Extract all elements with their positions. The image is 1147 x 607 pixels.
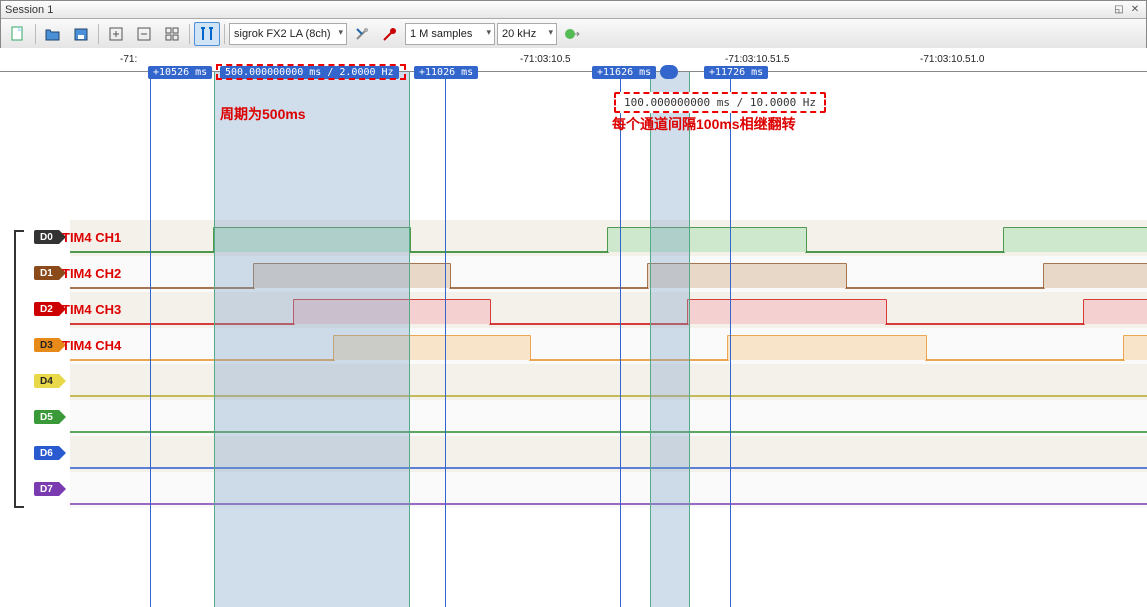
open-file-icon[interactable] <box>40 22 66 46</box>
delta-highlight-1 <box>216 64 406 80</box>
zoom-fit-icon[interactable] <box>159 22 185 46</box>
cursor-line[interactable] <box>730 72 731 607</box>
marker-dot-icon[interactable] <box>660 65 678 79</box>
channel-overlay-name: TIM4 CH4 <box>62 338 121 353</box>
toolbar: sigrok FX2 LA (8ch) 1 M samples 20 kHz <box>1 19 1146 49</box>
selection-band-1[interactable] <box>214 72 410 607</box>
title-bar: Session 1 ◱ ✕ <box>1 1 1146 19</box>
cursor-tag[interactable]: +11026 ms <box>414 66 478 79</box>
cursor-tag[interactable]: +11726 ms <box>704 66 768 79</box>
channel-tag-d1[interactable]: D1 <box>34 266 59 280</box>
channel-overlay-name: TIM4 CH3 <box>62 302 121 317</box>
cursor-line[interactable] <box>445 72 446 607</box>
channel-overlay-name: TIM4 CH2 <box>62 266 121 281</box>
channel-overlay-name: TIM4 CH1 <box>62 230 121 245</box>
annotation-text-1: 周期为500ms <box>220 104 306 124</box>
probe-icon[interactable] <box>377 22 403 46</box>
samples-select[interactable]: 1 M samples <box>405 23 495 45</box>
run-icon[interactable] <box>559 22 585 46</box>
window-title: Session 1 <box>5 4 53 16</box>
main-view: -71: -71:03:10.5 -71:03:10.51.5 -71:03:1… <box>0 48 1147 607</box>
ruler-label: -71: <box>120 54 137 65</box>
cursors-icon[interactable] <box>194 22 220 46</box>
cursor-tag[interactable]: +11626 ms <box>592 66 656 79</box>
channel-tag-d0[interactable]: D0 <box>34 230 59 244</box>
zoom-out-icon[interactable] <box>131 22 157 46</box>
channel-tag-d7[interactable]: D7 <box>34 482 59 496</box>
selection-band-2[interactable] <box>650 72 690 607</box>
annotation-text-2: 每个通道间隔100ms相继翻转 <box>612 114 796 134</box>
channel-tag-d5[interactable]: D5 <box>34 410 59 424</box>
channel-tag-d6[interactable]: D6 <box>34 446 59 460</box>
cursor-line[interactable] <box>150 72 151 607</box>
device-select[interactable]: sigrok FX2 LA (8ch) <box>229 23 347 45</box>
rate-select[interactable]: 20 kHz <box>497 23 557 45</box>
channel-tag-d2[interactable]: D2 <box>34 302 59 316</box>
new-file-icon[interactable] <box>5 22 31 46</box>
ruler-label: -71:03:10.51.5 <box>725 54 790 65</box>
ruler-label: -71:03:10.5 <box>520 54 571 65</box>
waveform-area[interactable]: D0 D1 D2 D3 D4 D5 D6 D7 TIM4 CH1 TIM4 CH… <box>0 72 1147 607</box>
cursor-tag[interactable]: +10526 ms <box>148 66 212 79</box>
save-file-icon[interactable] <box>68 22 94 46</box>
zoom-in-icon[interactable] <box>103 22 129 46</box>
channel-tag-d3[interactable]: D3 <box>34 338 59 352</box>
ruler-label: -71:03:10.51.0 <box>920 54 985 65</box>
channel-tag-d4[interactable]: D4 <box>34 374 59 388</box>
close-icon[interactable]: ✕ <box>1128 4 1142 16</box>
settings-icon[interactable] <box>349 22 375 46</box>
cursor-line[interactable] <box>620 72 621 607</box>
dock-icon[interactable]: ◱ <box>1112 4 1126 16</box>
delta-box-2: 100.000000000 ms / 10.0000 Hz <box>614 92 826 113</box>
